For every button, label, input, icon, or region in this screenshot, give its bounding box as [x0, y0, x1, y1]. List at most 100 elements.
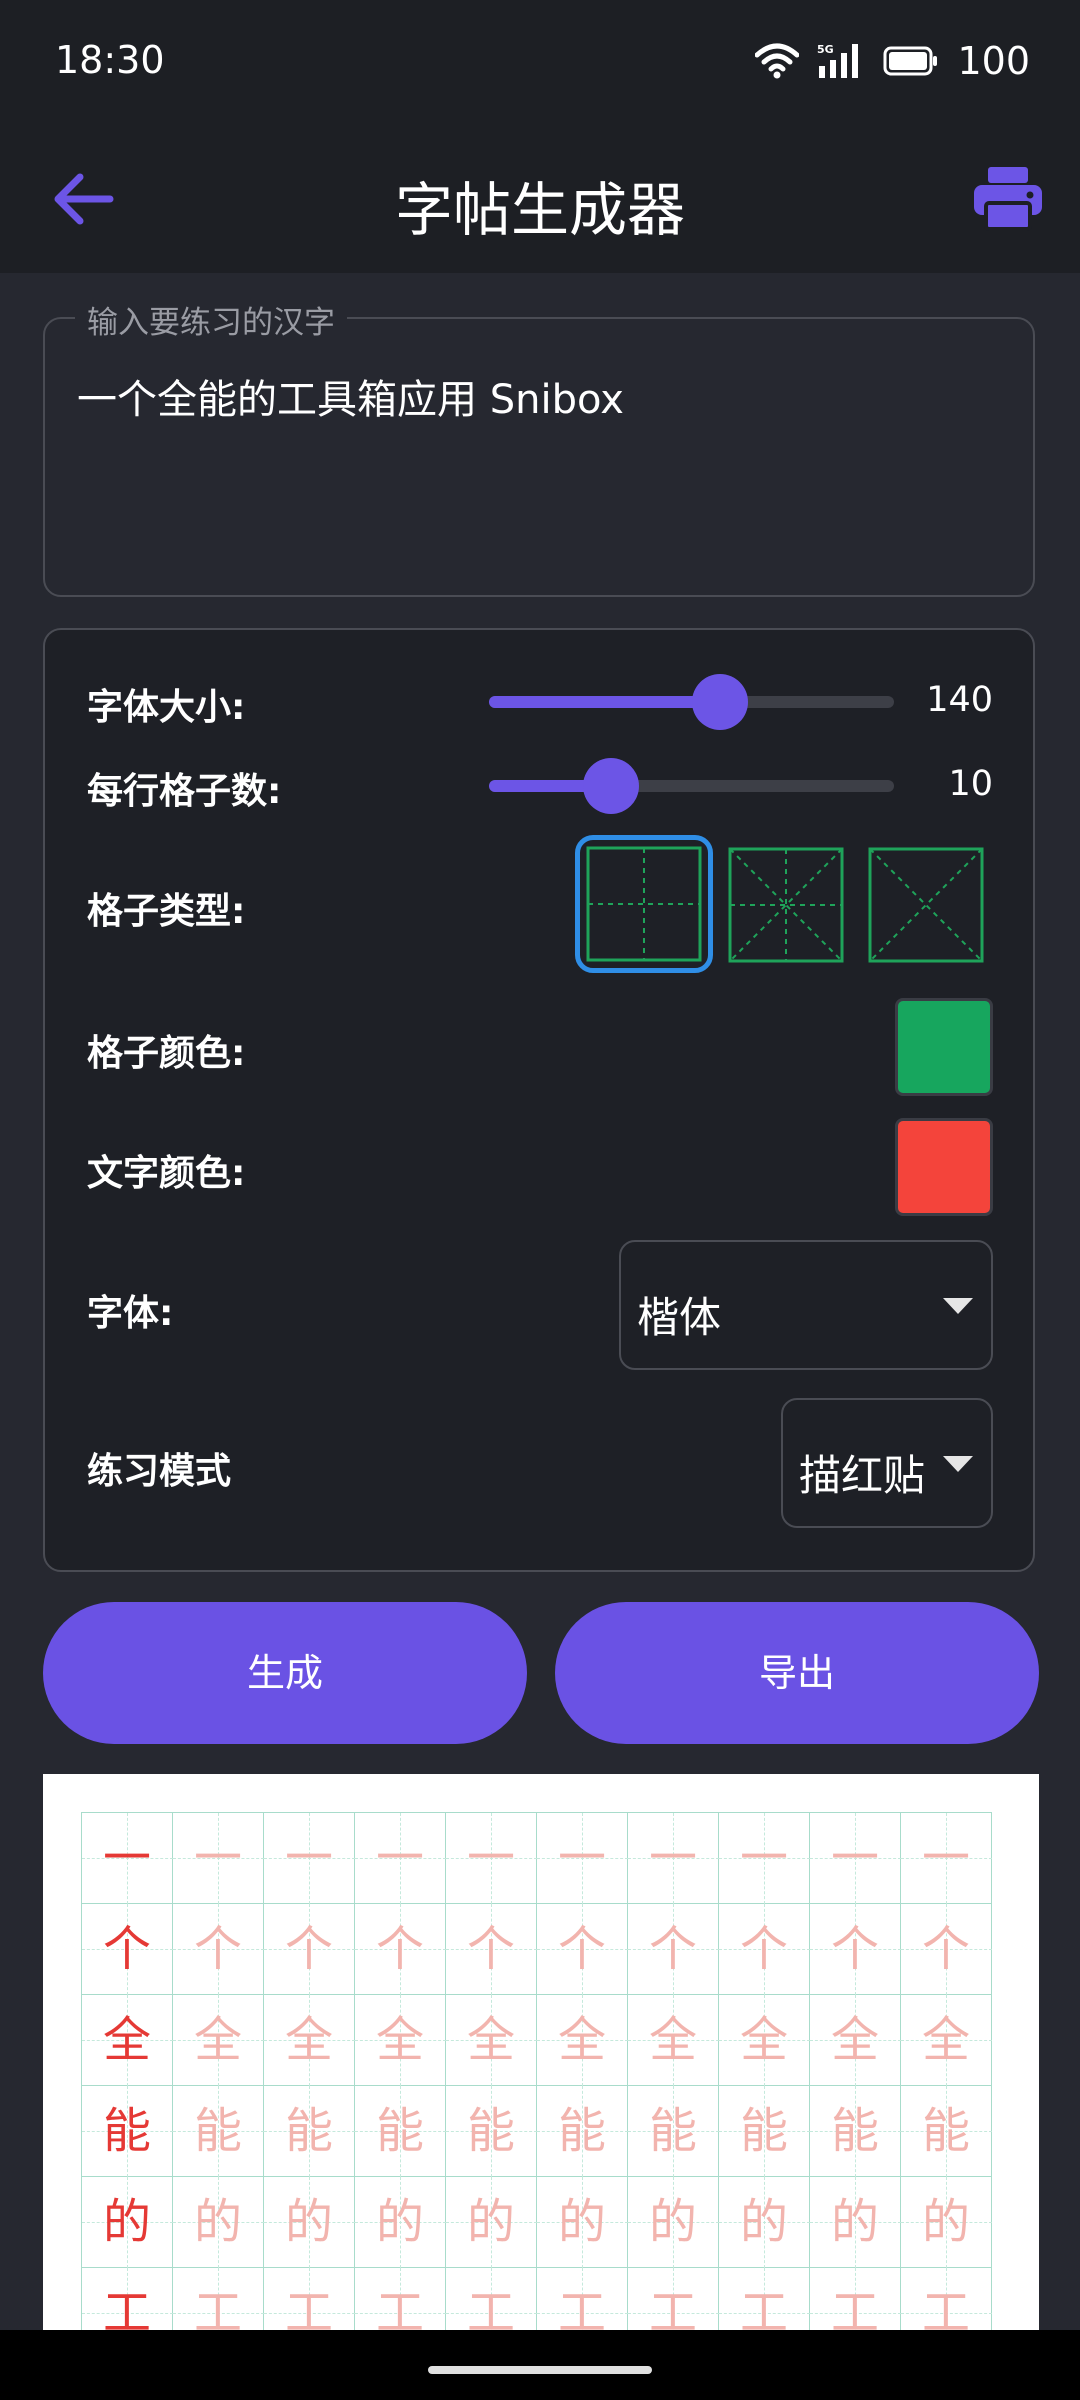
page-title: 字帖生成器: [394, 176, 685, 244]
practice-cell-model: 个: [82, 1904, 173, 1995]
font-size-slider-fill: [489, 696, 720, 708]
app-bar: 字帖生成器: [0, 125, 1080, 273]
status-bar: 18:30 5G 100: [0, 0, 1080, 125]
practice-cell-trace: 一: [810, 1813, 901, 1904]
practice-cell-trace: 的: [901, 2177, 992, 2268]
practice-cell-trace: 一: [355, 1813, 446, 1904]
grid-type-label: 格子类型:: [87, 891, 246, 932]
input-label: 输入要练习的汉字: [75, 297, 347, 342]
practice-cell-trace: 全: [719, 1995, 810, 2086]
practice-cell-trace: 能: [537, 2086, 628, 2177]
practice-cell-trace: 个: [446, 1904, 537, 1995]
practice-cell-trace: 一: [537, 1813, 628, 1904]
practice-cell-trace: 个: [355, 1904, 446, 1995]
practice-text-input[interactable]: 输入要练习的汉字 一个全能的工具箱应用 Snibox: [43, 297, 1035, 597]
practice-cell-trace: 工: [810, 2268, 901, 2334]
practice-cell-trace: 一: [264, 1813, 355, 1904]
practice-cell-trace: 的: [264, 2177, 355, 2268]
font-size-label: 字体大小:: [87, 687, 246, 728]
font-dropdown-value: 楷体: [637, 1293, 722, 1342]
practice-mode-value: 描红贴: [799, 1451, 926, 1500]
practice-cell-trace: 的: [537, 2177, 628, 2268]
practice-cell-trace: 工: [355, 2268, 446, 2334]
practice-cell-trace: 一: [719, 1813, 810, 1904]
practice-cell-trace: 能: [628, 2086, 719, 2177]
practice-cell-trace: 的: [446, 2177, 537, 2268]
grid-color-label: 格子颜色:: [87, 1033, 246, 1074]
practice-mode-label: 练习模式: [87, 1451, 232, 1492]
practice-cell-trace: 个: [901, 1904, 992, 1995]
svg-text:5G: 5G: [817, 43, 834, 56]
practice-cell-trace: 能: [264, 2086, 355, 2177]
practice-mode-dropdown[interactable]: 描红贴: [781, 1398, 993, 1528]
home-gesture-handle[interactable]: [428, 2366, 652, 2374]
signal-5g-icon: 5G: [817, 43, 859, 78]
font-label: 字体:: [87, 1293, 174, 1334]
practice-cell-trace: 工: [264, 2268, 355, 2334]
text-color-label: 文字颜色:: [87, 1153, 246, 1194]
practice-cell-trace: 能: [173, 2086, 264, 2177]
practice-cell-trace: 个: [173, 1904, 264, 1995]
status-time: 18:30: [55, 38, 165, 82]
input-value[interactable]: 一个全能的工具箱应用 Snibox: [77, 367, 624, 425]
practice-cell-model: 工: [82, 2268, 173, 2334]
grid-type-option-tian[interactable]: [575, 835, 713, 973]
practice-cell-trace: 工: [446, 2268, 537, 2334]
font-size-slider-thumb[interactable]: [691, 674, 748, 730]
practice-cell-trace: 的: [719, 2177, 810, 2268]
practice-cell-trace: 的: [810, 2177, 901, 2268]
practice-cell-trace: 工: [537, 2268, 628, 2334]
cells-per-row-label: 每行格子数:: [87, 771, 282, 812]
font-size-value: 140: [926, 680, 993, 720]
grid-color-swatch[interactable]: [895, 998, 993, 1096]
font-size-slider[interactable]: [489, 674, 894, 730]
practice-grid: 一一一一一一一一一一个个个个个个个个个个全全全全全全全全全全能能能能能能能能能能…: [81, 1812, 992, 2334]
mi-grid-icon[interactable]: [728, 847, 844, 963]
practice-cell-trace: 一: [446, 1813, 537, 1904]
practice-cell-trace: 全: [446, 1995, 537, 2086]
practice-cell-model: 全: [82, 1995, 173, 2086]
export-button[interactable]: 导出: [555, 1602, 1039, 1744]
practice-cell-trace: 工: [719, 2268, 810, 2334]
navigation-bar: [0, 2330, 1080, 2400]
practice-cell-trace: 全: [173, 1995, 264, 2086]
generate-button[interactable]: 生成: [43, 1602, 527, 1744]
practice-cell-trace: 工: [901, 2268, 992, 2334]
practice-cell-trace: 全: [628, 1995, 719, 2086]
cells-per-row-value: 10: [948, 764, 993, 804]
text-color-swatch[interactable]: [895, 1118, 993, 1216]
cells-per-row-slider[interactable]: [489, 758, 894, 814]
tian-grid-icon: [586, 846, 702, 962]
practice-cell-trace: 个: [719, 1904, 810, 1995]
x-grid-icon[interactable]: [868, 847, 984, 963]
wifi-icon: [755, 43, 800, 79]
settings-panel: 字体大小: 140 每行格子数: 10 格子类型: 格子颜色: 文字颜色: 字体…: [43, 628, 1035, 1572]
practice-cell-model: 的: [82, 2177, 173, 2268]
practice-cell-trace: 能: [446, 2086, 537, 2177]
dropdown-arrow-icon: [943, 1298, 973, 1314]
practice-cell-trace: 全: [901, 1995, 992, 2086]
practice-cell-trace: 个: [810, 1904, 901, 1995]
practice-cell-trace: 一: [173, 1813, 264, 1904]
practice-cell-trace: 全: [355, 1995, 446, 2086]
practice-cell-trace: 能: [355, 2086, 446, 2177]
practice-cell-model: 能: [82, 2086, 173, 2177]
practice-cell-trace: 能: [810, 2086, 901, 2177]
practice-cell-trace: 的: [355, 2177, 446, 2268]
practice-cell-trace: 个: [628, 1904, 719, 1995]
status-icons: 5G 100: [755, 36, 1030, 86]
dropdown-arrow-icon: [943, 1456, 973, 1472]
practice-cell-trace: 个: [264, 1904, 355, 1995]
practice-cell-model: 一: [82, 1813, 173, 1904]
cells-per-row-slider-thumb[interactable]: [582, 758, 639, 814]
practice-cell-trace: 全: [810, 1995, 901, 2086]
practice-cell-trace: 工: [628, 2268, 719, 2334]
font-dropdown[interactable]: 楷体: [619, 1240, 993, 1370]
practice-cell-trace: 全: [264, 1995, 355, 2086]
practice-cell-trace: 工: [173, 2268, 264, 2334]
battery-icon: [883, 46, 938, 76]
practice-cell-trace: 能: [719, 2086, 810, 2177]
print-icon[interactable]: [972, 165, 1044, 231]
practice-cell-trace: 的: [628, 2177, 719, 2268]
practice-cell-trace: 一: [901, 1813, 992, 1904]
